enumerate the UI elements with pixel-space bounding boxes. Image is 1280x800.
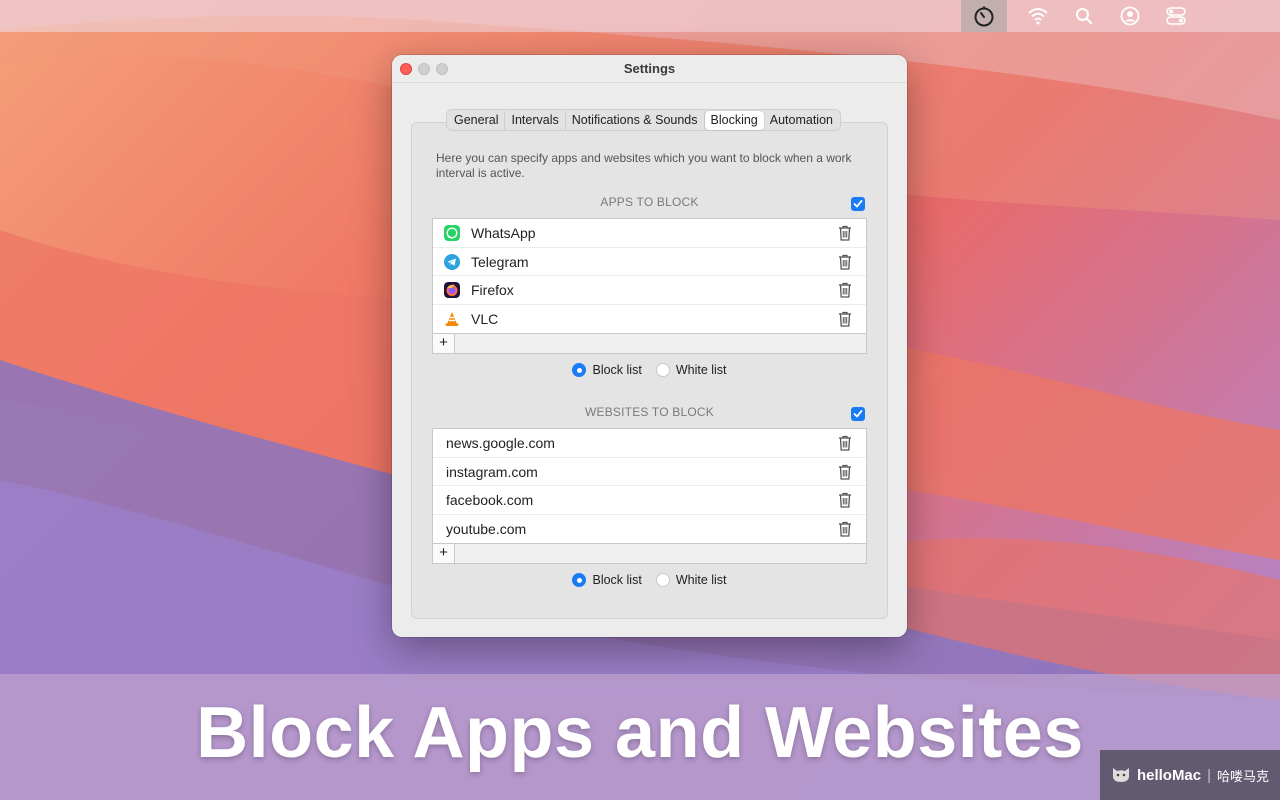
list-item[interactable]: Firefox — [433, 276, 866, 306]
radio-label: Block list — [592, 363, 642, 377]
control-center-icon[interactable] — [1153, 0, 1199, 32]
radio-label: White list — [675, 573, 727, 587]
window-title: Settings — [623, 61, 676, 76]
apps-white-list-option[interactable]: White list — [655, 363, 727, 377]
trash-icon[interactable] — [838, 435, 852, 451]
app-name: WhatsApp — [471, 224, 536, 241]
website-name: facebook.com — [446, 492, 534, 509]
apps-section-title: APPS TO BLOCK — [600, 195, 699, 209]
add-website-button[interactable]: + — [433, 544, 455, 563]
list-item[interactable]: Telegram — [433, 248, 866, 277]
radio-button[interactable] — [572, 573, 587, 587]
tab-automation[interactable]: Automation — [764, 111, 839, 130]
tab-intervals[interactable]: Intervals — [505, 111, 566, 130]
timer-menu-icon[interactable] — [961, 0, 1007, 32]
websites-block-list-option[interactable]: Block list — [572, 573, 642, 587]
checkmark-icon — [853, 410, 863, 418]
firefox-icon — [444, 282, 460, 299]
list-item[interactable]: youtube.com — [433, 515, 866, 544]
minimize-button[interactable] — [418, 63, 430, 75]
banner-title: Block Apps and Websites — [196, 693, 1084, 773]
trash-icon[interactable] — [838, 311, 852, 327]
cat-logo-icon — [1112, 768, 1129, 782]
websites-list: news.google.com instagram.com facebook.c… — [432, 428, 867, 564]
list-item[interactable]: facebook.com — [433, 486, 866, 516]
radio-label: White list — [675, 363, 727, 377]
tab-bar: General Intervals Notifications & Sounds… — [446, 109, 841, 131]
settings-window: Settings General Intervals Notifications… — [392, 55, 907, 637]
website-name: youtube.com — [446, 521, 527, 538]
tab-blocking[interactable]: Blocking — [704, 111, 764, 130]
checkmark-icon — [853, 200, 863, 208]
websites-mode-radio-group: Block list White list — [432, 573, 867, 587]
trash-icon[interactable] — [838, 492, 852, 509]
radio-label: Block list — [592, 573, 642, 587]
watermark-brand: helloMac — [1136, 766, 1202, 784]
apps-block-checkbox[interactable] — [851, 197, 865, 211]
website-name: news.google.com — [446, 434, 555, 451]
trash-icon[interactable] — [838, 282, 852, 299]
list-item[interactable]: instagram.com — [433, 458, 866, 487]
tab-notifications-sounds[interactable]: Notifications & Sounds — [566, 111, 705, 130]
menu-bar — [0, 0, 1280, 32]
title-bar: Settings — [392, 55, 907, 83]
whatsapp-icon — [444, 224, 460, 241]
apps-mode-radio-group: Block list White list — [432, 363, 867, 377]
trash-icon[interactable] — [838, 521, 852, 537]
watermark: helloMac | 哈喽马克 — [1100, 750, 1280, 800]
apps-list-footer: + — [433, 333, 866, 353]
websites-block-checkbox[interactable] — [851, 407, 865, 421]
watermark-cn: 哈喽马克 — [1217, 768, 1270, 784]
vlc-icon — [445, 312, 459, 327]
app-name: Firefox — [471, 282, 514, 299]
radio-button[interactable] — [655, 363, 670, 377]
radio-button[interactable] — [655, 573, 670, 587]
zoom-button[interactable] — [436, 63, 448, 75]
websites-section-title: WEBSITES TO BLOCK — [585, 405, 714, 419]
app-name: Telegram — [471, 253, 529, 270]
websites-list-footer: + — [433, 543, 866, 563]
trash-icon[interactable] — [838, 464, 852, 480]
list-item[interactable]: news.google.com — [433, 429, 866, 458]
apps-block-list-option[interactable]: Block list — [572, 363, 642, 377]
trash-icon[interactable] — [838, 254, 852, 270]
wifi-icon[interactable] — [1015, 0, 1061, 32]
radio-button[interactable] — [572, 363, 587, 377]
user-icon[interactable] — [1107, 0, 1153, 32]
apps-list: WhatsApp Telegram Firefox VLC + — [432, 218, 867, 354]
blocking-description: Here you can specify apps and websites w… — [436, 151, 852, 180]
website-name: instagram.com — [446, 463, 538, 480]
trash-icon[interactable] — [838, 225, 852, 241]
search-icon[interactable] — [1061, 0, 1107, 32]
telegram-icon — [444, 253, 460, 270]
add-app-button[interactable]: + — [433, 334, 455, 353]
close-button[interactable] — [400, 63, 412, 75]
list-item[interactable]: VLC — [433, 305, 866, 334]
app-name: VLC — [471, 311, 499, 328]
list-item[interactable]: WhatsApp — [433, 219, 866, 248]
tab-general[interactable]: General — [448, 111, 506, 130]
websites-white-list-option[interactable]: White list — [655, 573, 727, 587]
